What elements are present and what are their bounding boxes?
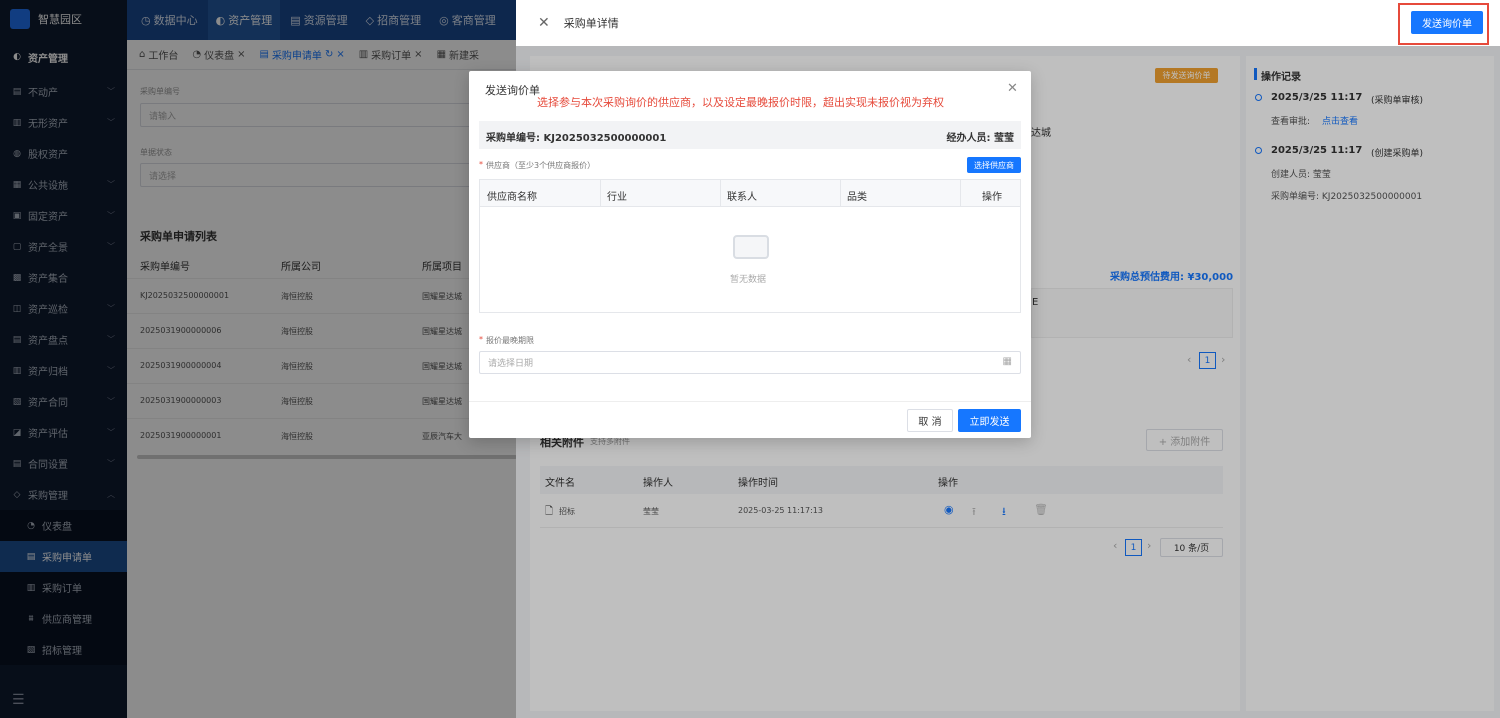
empty-text: 暂无数据 <box>730 275 767 285</box>
send-inquiry-modal: 发送询价单 ✕ 选择参与本次采购询价的供应商，以及设定最晚报价时限，超出实现未报… <box>469 71 1031 438</box>
modal-title: 发送询价单 <box>485 84 540 97</box>
close-icon[interactable]: ✕ <box>538 15 550 31</box>
col-category: 品类 <box>847 192 867 203</box>
drawer-title: 采购单详情 <box>563 17 619 30</box>
col-supplier-name: 供应商名称 <box>487 192 537 203</box>
modal-handler: 经办人员: 莹莹 <box>946 133 1014 144</box>
modal-code: 采购单编号: KJ2025032500000001 <box>486 133 667 144</box>
date-placeholder: 请选择日期 <box>488 359 534 369</box>
col-divider <box>840 180 841 207</box>
modal-info-bar: 采购单编号: KJ2025032500000001 经办人员: 莹莹 <box>479 121 1021 149</box>
col-divider <box>720 180 721 207</box>
page-mask <box>0 0 516 718</box>
close-icon[interactable]: ✕ <box>1007 81 1018 96</box>
col-divider <box>600 180 601 207</box>
supplier-label: 供应商（至少3个供应商报价） <box>486 161 596 170</box>
col-divider <box>960 180 961 207</box>
required-mark: * <box>479 335 483 344</box>
drawer-header: ✕ 采购单详情 <box>516 0 1500 46</box>
empty-box-icon <box>733 235 769 259</box>
supplier-table: 供应商名称 行业 联系人 品类 操作 暂无数据 <box>479 179 1021 313</box>
select-supplier-button[interactable]: 选择供应商 <box>967 157 1021 173</box>
calendar-icon: ▦ <box>1002 356 1012 367</box>
col-contact: 联系人 <box>727 192 757 203</box>
annotation-text: 选择参与本次采购询价的供应商，以及设定最晚报价时限，超出实现未报价视为弃权 <box>537 96 944 109</box>
footer-divider <box>469 401 1031 402</box>
highlight-annotation-box <box>1398 3 1489 45</box>
deadline-date-picker[interactable]: 请选择日期 ▦ <box>479 351 1021 374</box>
deadline-label: 报价最晚期限 <box>486 336 534 345</box>
cancel-button[interactable]: 取 消 <box>907 409 953 432</box>
supplier-table-header: 供应商名称 行业 联系人 品类 操作 <box>480 180 1020 207</box>
send-now-button[interactable]: 立即发送 <box>958 409 1021 432</box>
required-mark: * <box>479 160 483 169</box>
col-operate: 操作 <box>982 192 1002 203</box>
col-industry: 行业 <box>607 192 627 203</box>
